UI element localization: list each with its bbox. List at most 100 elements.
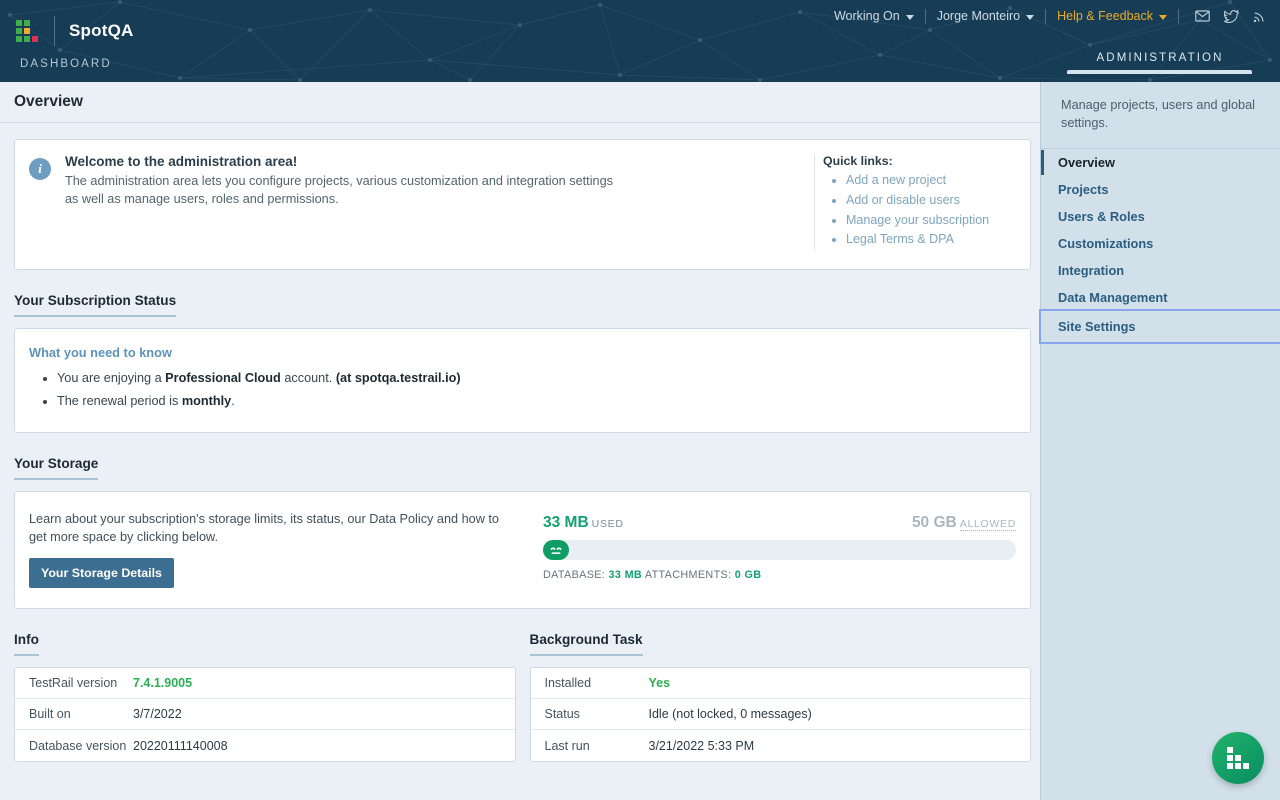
tab-administration[interactable]: ADMINISTRATION [1040, 52, 1280, 74]
tab-active-underline [1067, 70, 1252, 74]
sidebar-item-users-roles[interactable]: Users & Roles [1041, 203, 1280, 230]
database-value: 33 MB [609, 569, 643, 581]
user-name-label: Jorge Monteiro [937, 9, 1020, 23]
working-on-label: Working On [834, 9, 900, 23]
page-header: Overview [0, 82, 1045, 123]
sidebar-item-label: Users & Roles [1058, 209, 1145, 224]
row-key: Status [531, 707, 649, 721]
storage-used: 33 MBUSED [543, 514, 624, 532]
storage-allowed-label[interactable]: ALLOWED [960, 518, 1016, 531]
quick-link-label: Manage your subscription [846, 213, 989, 227]
sidebar-item-label: Projects [1058, 182, 1109, 197]
help-feedback-label: Help & Feedback [1057, 9, 1153, 23]
storage-description: Learn about your subscription's storage … [29, 510, 519, 546]
storage-details-button[interactable]: Your Storage Details [29, 558, 174, 588]
row-key: Database version [15, 739, 133, 753]
page-title: Overview [14, 93, 83, 111]
working-on-menu[interactable]: Working On [823, 7, 925, 25]
main-content: Overview i Welcome to the administration… [0, 82, 1045, 800]
storage-progress-bar [543, 540, 1016, 560]
sidebar-item-data-management[interactable]: Data Management [1041, 284, 1280, 311]
chevron-down-icon [1159, 15, 1167, 20]
storage-allowed: 50 GBALLOWED [912, 514, 1016, 532]
table-row: Database version 20220111140008 [15, 730, 515, 761]
list-item[interactable]: Add or disable users [846, 192, 1014, 210]
twitter-icon[interactable] [1224, 10, 1239, 23]
row-value: Idle (not locked, 0 messages) [649, 707, 812, 721]
row-value: Yes [649, 676, 671, 690]
storage-breakdown: DATABASE: 33 MB ATTACHMENTS: 0 GB [543, 569, 1016, 581]
help-fab-button[interactable] [1212, 732, 1264, 784]
sidebar-item-label: Data Management [1058, 290, 1168, 305]
sidebar-item-site-settings[interactable]: Site Settings [1041, 311, 1280, 342]
list-item[interactable]: Legal Terms & DPA [846, 231, 1014, 249]
info-section: Info TestRail version 7.4.1.9005 Built o… [14, 631, 516, 762]
attachments-value: 0 GB [735, 569, 762, 581]
row-key: Installed [531, 676, 649, 690]
sidebar-item-overview[interactable]: Overview [1041, 149, 1280, 176]
quick-links: Quick links: Add a new project Add or di… [814, 154, 1014, 251]
help-feedback-menu[interactable]: Help & Feedback [1046, 7, 1178, 25]
mail-icon[interactable] [1195, 10, 1210, 22]
storage-allowed-value: 50 GB [912, 514, 957, 531]
sidebar-nav: Overview Projects Users & Roles Customiz… [1041, 148, 1280, 342]
subscription-heading: Your Subscription Status [14, 293, 176, 317]
storage-used-label: USED [592, 518, 624, 530]
database-label: DATABASE: [543, 569, 605, 581]
brand-name: SpotQA [69, 21, 133, 41]
row-value: 3/7/2022 [133, 707, 182, 721]
welcome-title: Welcome to the administration area! [65, 154, 804, 169]
sidebar-item-customizations[interactable]: Customizations [1041, 230, 1280, 257]
storage-usage: 33 MBUSED 50 GBALLOWED [529, 510, 1016, 588]
list-item[interactable]: Manage your subscription [846, 212, 1014, 230]
storage-card: Learn about your subscription's storage … [14, 491, 1031, 609]
row-key: TestRail version [15, 676, 133, 690]
logo-grid-icon [1227, 747, 1249, 769]
quick-links-title: Quick links: [823, 154, 1014, 168]
row-value: 20220111140008 [133, 739, 228, 753]
subscription-subheading: What you need to know [29, 345, 1012, 360]
sidebar-item-label: Overview [1058, 155, 1115, 170]
brand[interactable]: SpotQA [16, 15, 133, 47]
welcome-panel: i Welcome to the administration area! Th… [14, 139, 1031, 270]
info-icon: i [29, 158, 51, 180]
bullet-bold-plan: Professional Cloud [165, 371, 281, 385]
list-item[interactable]: Add a new project [846, 172, 1014, 190]
sidebar-item-label: Site Settings [1058, 319, 1136, 334]
storage-heading: Your Storage [14, 456, 98, 480]
sidebar-item-projects[interactable]: Projects [1041, 176, 1280, 203]
list-item: You are enjoying a Professional Cloud ac… [57, 369, 1012, 389]
row-key: Built on [15, 707, 133, 721]
bullet-mid: account. [281, 371, 336, 385]
storage-used-value: 33 MB [543, 514, 589, 531]
tab-dashboard[interactable]: DASHBOARD [20, 58, 112, 70]
table-row: Installed Yes [531, 668, 1031, 699]
bullet-pre: The renewal period is [57, 394, 182, 408]
admin-sidebar: Manage projects, users and global settin… [1040, 82, 1280, 800]
brand-divider [54, 16, 55, 46]
list-item: The renewal period is monthly. [57, 392, 1012, 412]
user-menu[interactable]: Jorge Monteiro [926, 7, 1045, 25]
nav-separator [1178, 9, 1179, 24]
tab-administration-label: ADMINISTRATION [1097, 52, 1224, 64]
logo-grid-icon [16, 20, 38, 42]
row-value: 7.4.1.9005 [133, 676, 192, 690]
rss-icon[interactable] [1253, 10, 1266, 23]
attachments-label: ATTACHMENTS: [645, 569, 732, 581]
table-row: Last run 3/21/2022 5:33 PM [531, 730, 1031, 761]
sidebar-description: Manage projects, users and global settin… [1041, 82, 1280, 148]
quick-link-label: Add or disable users [846, 193, 960, 207]
background-task-heading: Background Task [530, 632, 643, 656]
sidebar-item-label: Customizations [1058, 236, 1153, 251]
top-header: SpotQA DASHBOARD ADMINISTRATION Working … [0, 0, 1280, 82]
background-task-section: Background Task Installed Yes Status Idl… [530, 631, 1032, 762]
subscription-section: Your Subscription Status What you need t… [14, 292, 1031, 433]
chevron-down-icon [1026, 15, 1034, 20]
table-row: TestRail version 7.4.1.9005 [15, 668, 515, 699]
bullet-bold-domain: (at spotqa.testrail.io) [336, 371, 461, 385]
quick-link-label: Legal Terms & DPA [846, 232, 954, 246]
bullet-mid: . [231, 394, 235, 408]
quick-link-label: Add a new project [846, 173, 946, 187]
bullet-bold-period: monthly [182, 394, 231, 408]
sidebar-item-integration[interactable]: Integration [1041, 257, 1280, 284]
